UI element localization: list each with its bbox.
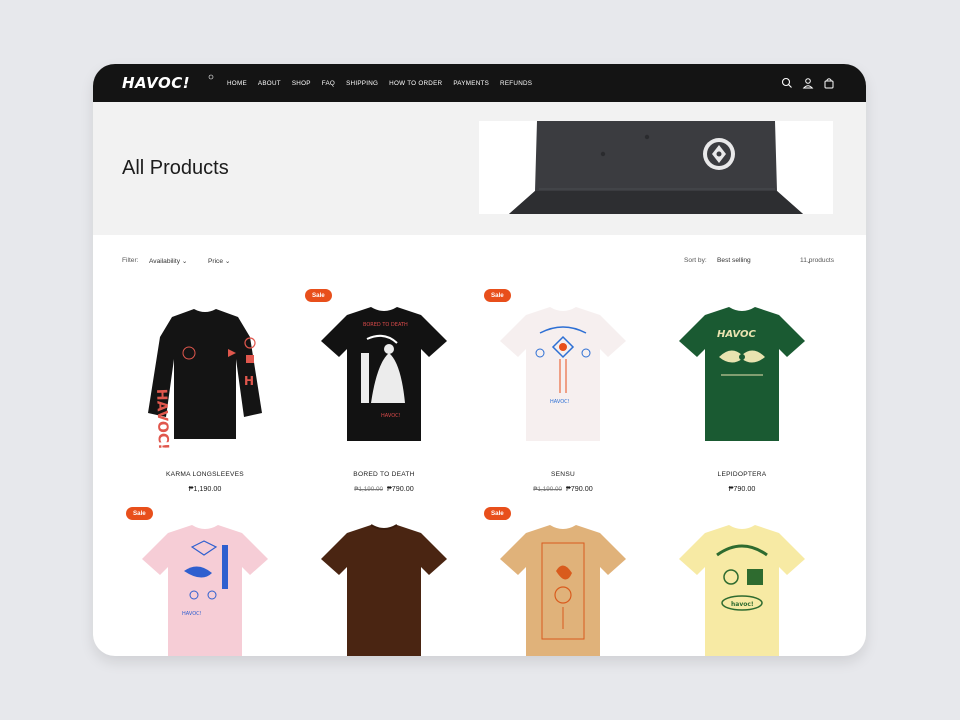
nav-how-to-order[interactable]: HOW TO ORDER	[389, 80, 442, 87]
svg-text:HAVOC: HAVOC	[717, 329, 756, 340]
svg-text:HAVOC!: HAVOC!	[153, 389, 171, 450]
product-sale-price: ₱790.00	[386, 484, 414, 493]
account-icon[interactable]	[802, 76, 814, 89]
product-sale-price: ₱790.00	[565, 484, 593, 493]
header-icons	[781, 76, 835, 89]
filter-bar: Filter: Availability ⌄ Price ⌄ Sort by: …	[122, 257, 834, 269]
product-sale-price: ₱1,190.00	[188, 484, 222, 493]
sale-badge: Sale	[484, 289, 511, 302]
product-compare-price: ₱1,190.00	[533, 486, 562, 493]
bucket-hat-image	[479, 121, 833, 214]
product-image[interactable]: HAVOC!	[122, 511, 288, 656]
nav-about[interactable]: ABOUT	[258, 80, 281, 87]
site-header: HAVOC! HOME ABOUT SHOP FAQ SHIPPING HOW …	[93, 64, 866, 102]
product-name[interactable]: KARMA LONGSLEEVES	[122, 471, 288, 478]
product-image[interactable]: HAVOC! H	[122, 293, 288, 459]
product-image[interactable]: HAVOC	[659, 293, 825, 459]
nav-shop[interactable]: SHOP	[292, 80, 311, 87]
sort-label: Sort by:	[684, 257, 707, 264]
availability-filter[interactable]: Availability ⌄	[149, 257, 187, 265]
nav-shipping[interactable]: SHIPPING	[346, 80, 378, 87]
nav-payments[interactable]: PAYMENTS	[453, 80, 489, 87]
chevron-down-icon: ⌄	[224, 258, 231, 265]
chevron-down-icon: ⌄	[181, 258, 188, 265]
sale-badge: Sale	[305, 289, 332, 302]
svg-text:HAVOC!: HAVOC!	[550, 399, 570, 405]
product-name[interactable]: BORED TO DEATH	[301, 471, 467, 478]
nav-refunds[interactable]: REFUNDS	[500, 80, 532, 87]
collection-banner: All Products	[93, 102, 866, 235]
nav-home[interactable]: HOME	[227, 80, 247, 87]
svg-text:BORED TO DEATH: BORED TO DEATH	[363, 322, 408, 328]
product-image[interactable]: havoc!	[659, 511, 825, 656]
sort-select[interactable]: Best selling	[717, 257, 751, 264]
svg-text:HAVOC!: HAVOC!	[122, 74, 190, 92]
product-price: ₱1,190.00 ₱790.00	[301, 484, 467, 493]
page-title: All Products	[122, 157, 229, 179]
product-price: ₱1,190.00	[122, 484, 288, 493]
product-image[interactable]	[480, 511, 646, 656]
product-sale-price: ₱790.00	[728, 484, 756, 493]
product-name[interactable]: SENSU	[480, 471, 646, 478]
svg-text:havoc!: havoc!	[731, 601, 754, 608]
browser-frame: HAVOC! HOME ABOUT SHOP FAQ SHIPPING HOW …	[93, 64, 866, 656]
product-image[interactable]: BORED TO DEATH HAVOC!	[301, 293, 467, 459]
availability-label: Availability	[149, 258, 181, 265]
price-label: Price	[208, 258, 224, 265]
havoc-logo[interactable]: HAVOC!	[122, 73, 214, 93]
nav-faq[interactable]: FAQ	[322, 80, 335, 87]
product-image[interactable]: HAVOC!	[480, 293, 646, 459]
svg-text:HAVOC!: HAVOC!	[381, 413, 401, 419]
svg-text:HAVOC!: HAVOC!	[182, 611, 202, 617]
product-name[interactable]: LEPIDOPTERA	[659, 471, 825, 478]
product-price: ₱790.00	[659, 484, 825, 493]
sale-badge: Sale	[126, 507, 153, 520]
product-price: ₱1,190.00 ₱790.00	[480, 484, 646, 493]
main-nav: HOME ABOUT SHOP FAQ SHIPPING HOW TO ORDE…	[227, 64, 543, 102]
filter-label: Filter:	[122, 257, 139, 264]
product-count: 11 products	[800, 257, 834, 264]
svg-text:H: H	[244, 374, 254, 388]
search-icon[interactable]	[781, 76, 793, 88]
price-filter[interactable]: Price ⌄	[208, 257, 230, 265]
product-image[interactable]	[301, 511, 467, 656]
sale-badge: Sale	[484, 507, 511, 520]
cart-icon[interactable]	[823, 76, 835, 89]
product-compare-price: ₱1,190.00	[354, 486, 383, 493]
